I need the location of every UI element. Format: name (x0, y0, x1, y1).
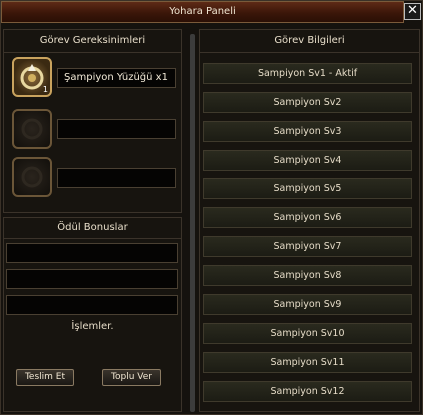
quest-item-label: Sampiyon Sv6 (273, 212, 342, 223)
quest-item-label: Sampiyon Sv5 (273, 183, 342, 194)
empty-slot-icon (21, 118, 43, 140)
requirement-field-1: Şampiyon Yüzüğü x1 (57, 68, 176, 88)
quest-item-sv6[interactable]: Sampiyon Sv6 (203, 207, 412, 228)
close-icon: ✕ (407, 3, 418, 18)
item-count: 1 (42, 85, 48, 94)
quest-item-label: Sampiyon Sv9 (273, 299, 342, 310)
requirement-slot-3[interactable] (12, 157, 52, 197)
quest-item-sv3[interactable]: Sampiyon Sv3 (203, 121, 412, 142)
requirement-slot-2[interactable] (12, 109, 52, 149)
quest-item-label: Sampiyon Sv3 (273, 126, 342, 137)
requirements-header: Görev Gereksinimleri (4, 30, 181, 53)
bulk-give-button[interactable]: Toplu Ver (102, 369, 161, 386)
reward-field-2 (6, 269, 178, 289)
requirement-item-label: Şampiyon Yüzüğü x1 (64, 72, 168, 83)
quest-item-sv4[interactable]: Sampiyon Sv4 (203, 150, 412, 171)
submit-button[interactable]: Teslim Et (16, 369, 74, 386)
requirement-field-3 (57, 168, 176, 188)
quest-item-sv5[interactable]: Sampiyon Sv5 (203, 178, 412, 199)
quest-item-sv1[interactable]: Sampiyon Sv1 - Aktif (203, 63, 412, 84)
quest-item-label: Sampiyon Sv7 (273, 241, 342, 252)
quest-item-sv8[interactable]: Sampiyon Sv8 (203, 265, 412, 286)
quest-item-sv7[interactable]: Sampiyon Sv7 (203, 236, 412, 257)
actions-header: İşlemler. (71, 321, 114, 332)
requirement-field-2 (57, 119, 176, 139)
quest-info-header: Görev Bilgileri (200, 30, 419, 53)
quest-item-sv12[interactable]: Sampiyon Sv12 (203, 381, 412, 402)
requirement-slot-1[interactable]: 1 (12, 57, 52, 97)
quest-item-sv2[interactable]: Sampiyon Sv2 (203, 92, 412, 113)
quest-item-sv11[interactable]: Sampiyon Sv11 (203, 352, 412, 373)
window-title: Yohara Paneli (169, 6, 236, 17)
quest-item-label: Sampiyon Sv12 (270, 386, 345, 397)
quest-item-label: Sampiyon Sv4 (273, 155, 342, 166)
reward-field-3 (6, 295, 178, 315)
submit-button-label: Teslim Et (24, 372, 66, 382)
yohara-panel-window: Yohara Paneli ✕ Görev Gereksinimleri 1 Ş… (0, 0, 423, 415)
quest-item-label: Sampiyon Sv11 (270, 357, 345, 368)
quest-item-label: Sampiyon Sv10 (270, 328, 345, 339)
bulk-give-button-label: Toplu Ver (111, 372, 152, 382)
close-button[interactable]: ✕ (404, 3, 421, 20)
quest-item-sv9[interactable]: Sampiyon Sv9 (203, 294, 412, 315)
quest-item-sv10[interactable]: Sampiyon Sv10 (203, 323, 412, 344)
quest-item-label: Sampiyon Sv1 - Aktif (257, 68, 358, 79)
quest-item-label: Sampiyon Sv2 (273, 97, 342, 108)
reward-field-1 (6, 243, 178, 263)
quest-item-label: Sampiyon Sv8 (273, 270, 342, 281)
rewards-header: Ödül Bonuslar (4, 218, 181, 239)
empty-slot-icon (21, 166, 43, 188)
title-bar[interactable]: Yohara Paneli (1, 1, 404, 23)
scrollbar[interactable] (190, 34, 195, 412)
